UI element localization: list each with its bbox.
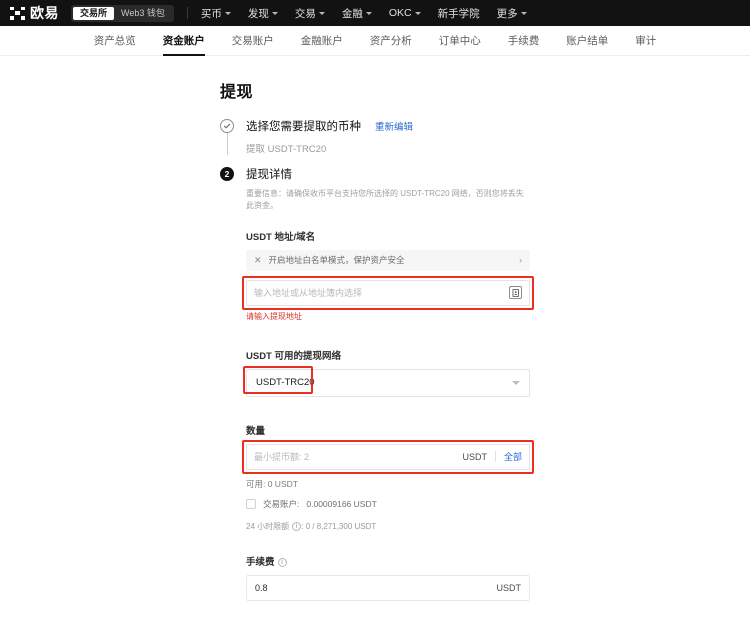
tab-account-statement[interactable]: 账户结单	[566, 26, 608, 56]
fee-label: 手续费	[246, 557, 275, 568]
address-error-message: 请输入提现地址	[246, 311, 530, 322]
tab-trading-account[interactable]: 交易账户	[232, 26, 274, 56]
trading-account-row[interactable]: 交易账户: 0.00009166 USDT	[246, 498, 530, 510]
whitelist-banner-text: 开启地址白名单模式，保护资产安全	[269, 254, 405, 266]
chevron-down-icon	[225, 12, 231, 15]
nav-item-okc[interactable]: OKC	[389, 7, 421, 19]
selected-currency-summary: 提取 USDT-TRC20	[246, 141, 530, 155]
tab-funding-account[interactable]: 资金账户	[163, 26, 205, 56]
nav-item-buy-crypto[interactable]: 买币	[201, 6, 231, 21]
address-input-row[interactable]	[246, 280, 530, 306]
fee-field-block: 手续费i 0.8 USDT	[246, 554, 530, 601]
address-label: USDT 地址/域名	[246, 229, 530, 243]
step-connector-line	[227, 133, 228, 155]
nav-label: 交易	[295, 6, 316, 21]
page-title: 提现	[220, 78, 530, 102]
amount-label: 数量	[246, 423, 530, 437]
info-icon[interactable]: i	[278, 558, 287, 567]
network-select[interactable]: USDT-TRC20	[246, 369, 530, 397]
nav-label: OKC	[389, 7, 412, 19]
address-input-highlight	[246, 280, 530, 306]
whitelist-promo-banner[interactable]: ✕ 开启地址白名单模式，保护资产安全 ›	[246, 250, 530, 271]
tab-asset-overview[interactable]: 资产总览	[94, 26, 136, 56]
withdraw-panel: 提现 选择您需要提取的币种 重新编辑 提取 USDT-TRC20 2 提现详情 …	[220, 78, 530, 617]
info-icon[interactable]: i	[292, 522, 301, 531]
amount-max-button[interactable]: 全部	[504, 450, 522, 463]
network-label: USDT 可用的提现网络	[246, 348, 530, 362]
amount-unit: USDT	[462, 452, 487, 462]
tab-fees[interactable]: 手续费	[508, 26, 540, 56]
nav-item-more[interactable]: 更多	[497, 6, 527, 21]
fee-value: 0.8	[255, 583, 268, 593]
nav-item-discover[interactable]: 发现	[248, 6, 278, 21]
step2-title: 提现详情	[246, 166, 292, 182]
nav-item-academy[interactable]: 新手学院	[438, 6, 480, 21]
network-select-wrap: USDT-TRC20	[246, 369, 530, 397]
platform-switch[interactable]: 交易所 Web3 钱包	[71, 5, 174, 22]
chevron-down-icon	[319, 12, 325, 15]
trading-account-label: 交易账户:	[263, 498, 299, 510]
nav-divider	[187, 7, 188, 19]
fee-unit: USDT	[497, 583, 522, 593]
chevron-down-icon	[512, 381, 520, 385]
brand-logo[interactable]: 欧易	[10, 6, 59, 20]
available-balance-line: 可用: 0 USDT	[246, 478, 530, 490]
amount-field-block: 数量 USDT 全部 可用: 0 USDT 交易账户: 0.00009166 U…	[246, 423, 530, 532]
tab-financial-account[interactable]: 金融账户	[301, 26, 343, 56]
main-nav: 买币 发现 交易 金融 OKC 新手学院 更多	[201, 6, 527, 21]
chevron-right-icon: ›	[519, 255, 522, 265]
tab-order-center[interactable]: 订单中心	[439, 26, 481, 56]
re-edit-link[interactable]: 重新编辑	[375, 119, 413, 133]
amount-divider	[495, 451, 496, 462]
withdraw-page: 提现 选择您需要提取的币种 重新编辑 提取 USDT-TRC20 2 提现详情 …	[0, 56, 750, 617]
address-input[interactable]	[254, 281, 509, 305]
nav-label: 新手学院	[438, 6, 480, 21]
segment-web3-wallet[interactable]: Web3 钱包	[114, 7, 172, 20]
daily-limit-line: 24 小时限额i: 0 / 8,271,300 USDT	[246, 521, 530, 532]
trading-account-checkbox[interactable]	[246, 499, 256, 509]
fee-input-row[interactable]: 0.8 USDT	[246, 575, 530, 601]
step1-title: 选择您需要提取的币种	[246, 118, 361, 134]
tab-audit[interactable]: 审计	[635, 26, 656, 56]
chevron-down-icon	[272, 12, 278, 15]
nav-label: 金融	[342, 6, 363, 21]
step-select-currency: 选择您需要提取的币种 重新编辑 提取 USDT-TRC20	[220, 118, 530, 155]
daily-limit-value: : 0 / 8,271,300 USDT	[301, 522, 376, 531]
network-field-block: USDT 可用的提现网络 USDT-TRC20	[246, 348, 530, 397]
account-tabs: 资产总览 资金账户 交易账户 金融账户 资产分析 订单中心 手续费 账户结单 审…	[0, 26, 750, 56]
segment-exchange[interactable]: 交易所	[73, 7, 114, 20]
chevron-down-icon	[366, 12, 372, 15]
amount-input[interactable]	[254, 445, 462, 469]
amount-input-row[interactable]: USDT 全部	[246, 444, 530, 470]
network-selected-value: USDT-TRC20	[256, 377, 315, 388]
brand-name: 欧易	[30, 6, 59, 20]
nav-item-trade[interactable]: 交易	[295, 6, 325, 21]
daily-limit-label: 24 小时限额	[246, 522, 289, 531]
nav-label: 发现	[248, 6, 269, 21]
okx-logo-icon	[10, 7, 25, 20]
close-icon[interactable]: ✕	[254, 255, 262, 266]
step-withdraw-details: 2 提现详情 重要信息：请确保收币平台支持您所选择的 USDT-TRC20 网络…	[220, 166, 530, 617]
step2-number-badge: 2	[220, 167, 234, 181]
network-warning-text: 重要信息：请确保收币平台支持您所选择的 USDT-TRC20 网络，否则您将丢失…	[246, 188, 531, 213]
amount-input-highlight: USDT 全部	[246, 444, 530, 470]
nav-label: 更多	[497, 6, 518, 21]
address-book-icon[interactable]	[509, 286, 522, 299]
nav-item-finance[interactable]: 金融	[342, 6, 372, 21]
fee-label-row: 手续费i	[246, 554, 530, 568]
check-circle-icon	[220, 119, 234, 133]
tab-asset-analysis[interactable]: 资产分析	[370, 26, 412, 56]
chevron-down-icon	[521, 12, 527, 15]
nav-label: 买币	[201, 6, 222, 21]
trading-account-balance: 0.00009166 USDT	[306, 499, 376, 509]
top-navigation-bar: 欧易 交易所 Web3 钱包 买币 发现 交易 金融 OKC 新手学院	[0, 0, 750, 26]
chevron-down-icon	[415, 12, 421, 15]
address-field-block: USDT 地址/域名 ✕ 开启地址白名单模式，保护资产安全 ›	[246, 229, 530, 322]
